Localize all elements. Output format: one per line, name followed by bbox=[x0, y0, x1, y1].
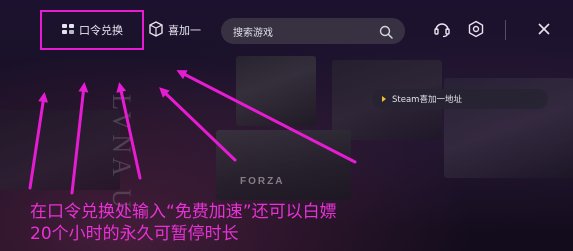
annotation-arrow bbox=[159, 87, 237, 162]
annotation-caption: 在口令兑换处输入“免费加速”还可以白嫖 20个小时的永久可暂停时长 bbox=[30, 201, 337, 245]
annotation-arrow bbox=[28, 92, 49, 190]
app-window: LVNA U FORZA 口令兑换 喜加一 搜索游戏 Steam喜加一地址 在口… bbox=[0, 0, 573, 251]
caption-line-1: 在口令兑换处输入“免费加速”还可以白嫖 bbox=[30, 202, 337, 222]
caption-line-2: 20个小时的永久可暂停时长 bbox=[30, 224, 239, 244]
annotation-arrow bbox=[116, 82, 142, 180]
annotation-arrow bbox=[70, 82, 89, 195]
annotation-arrow bbox=[176, 70, 357, 164]
